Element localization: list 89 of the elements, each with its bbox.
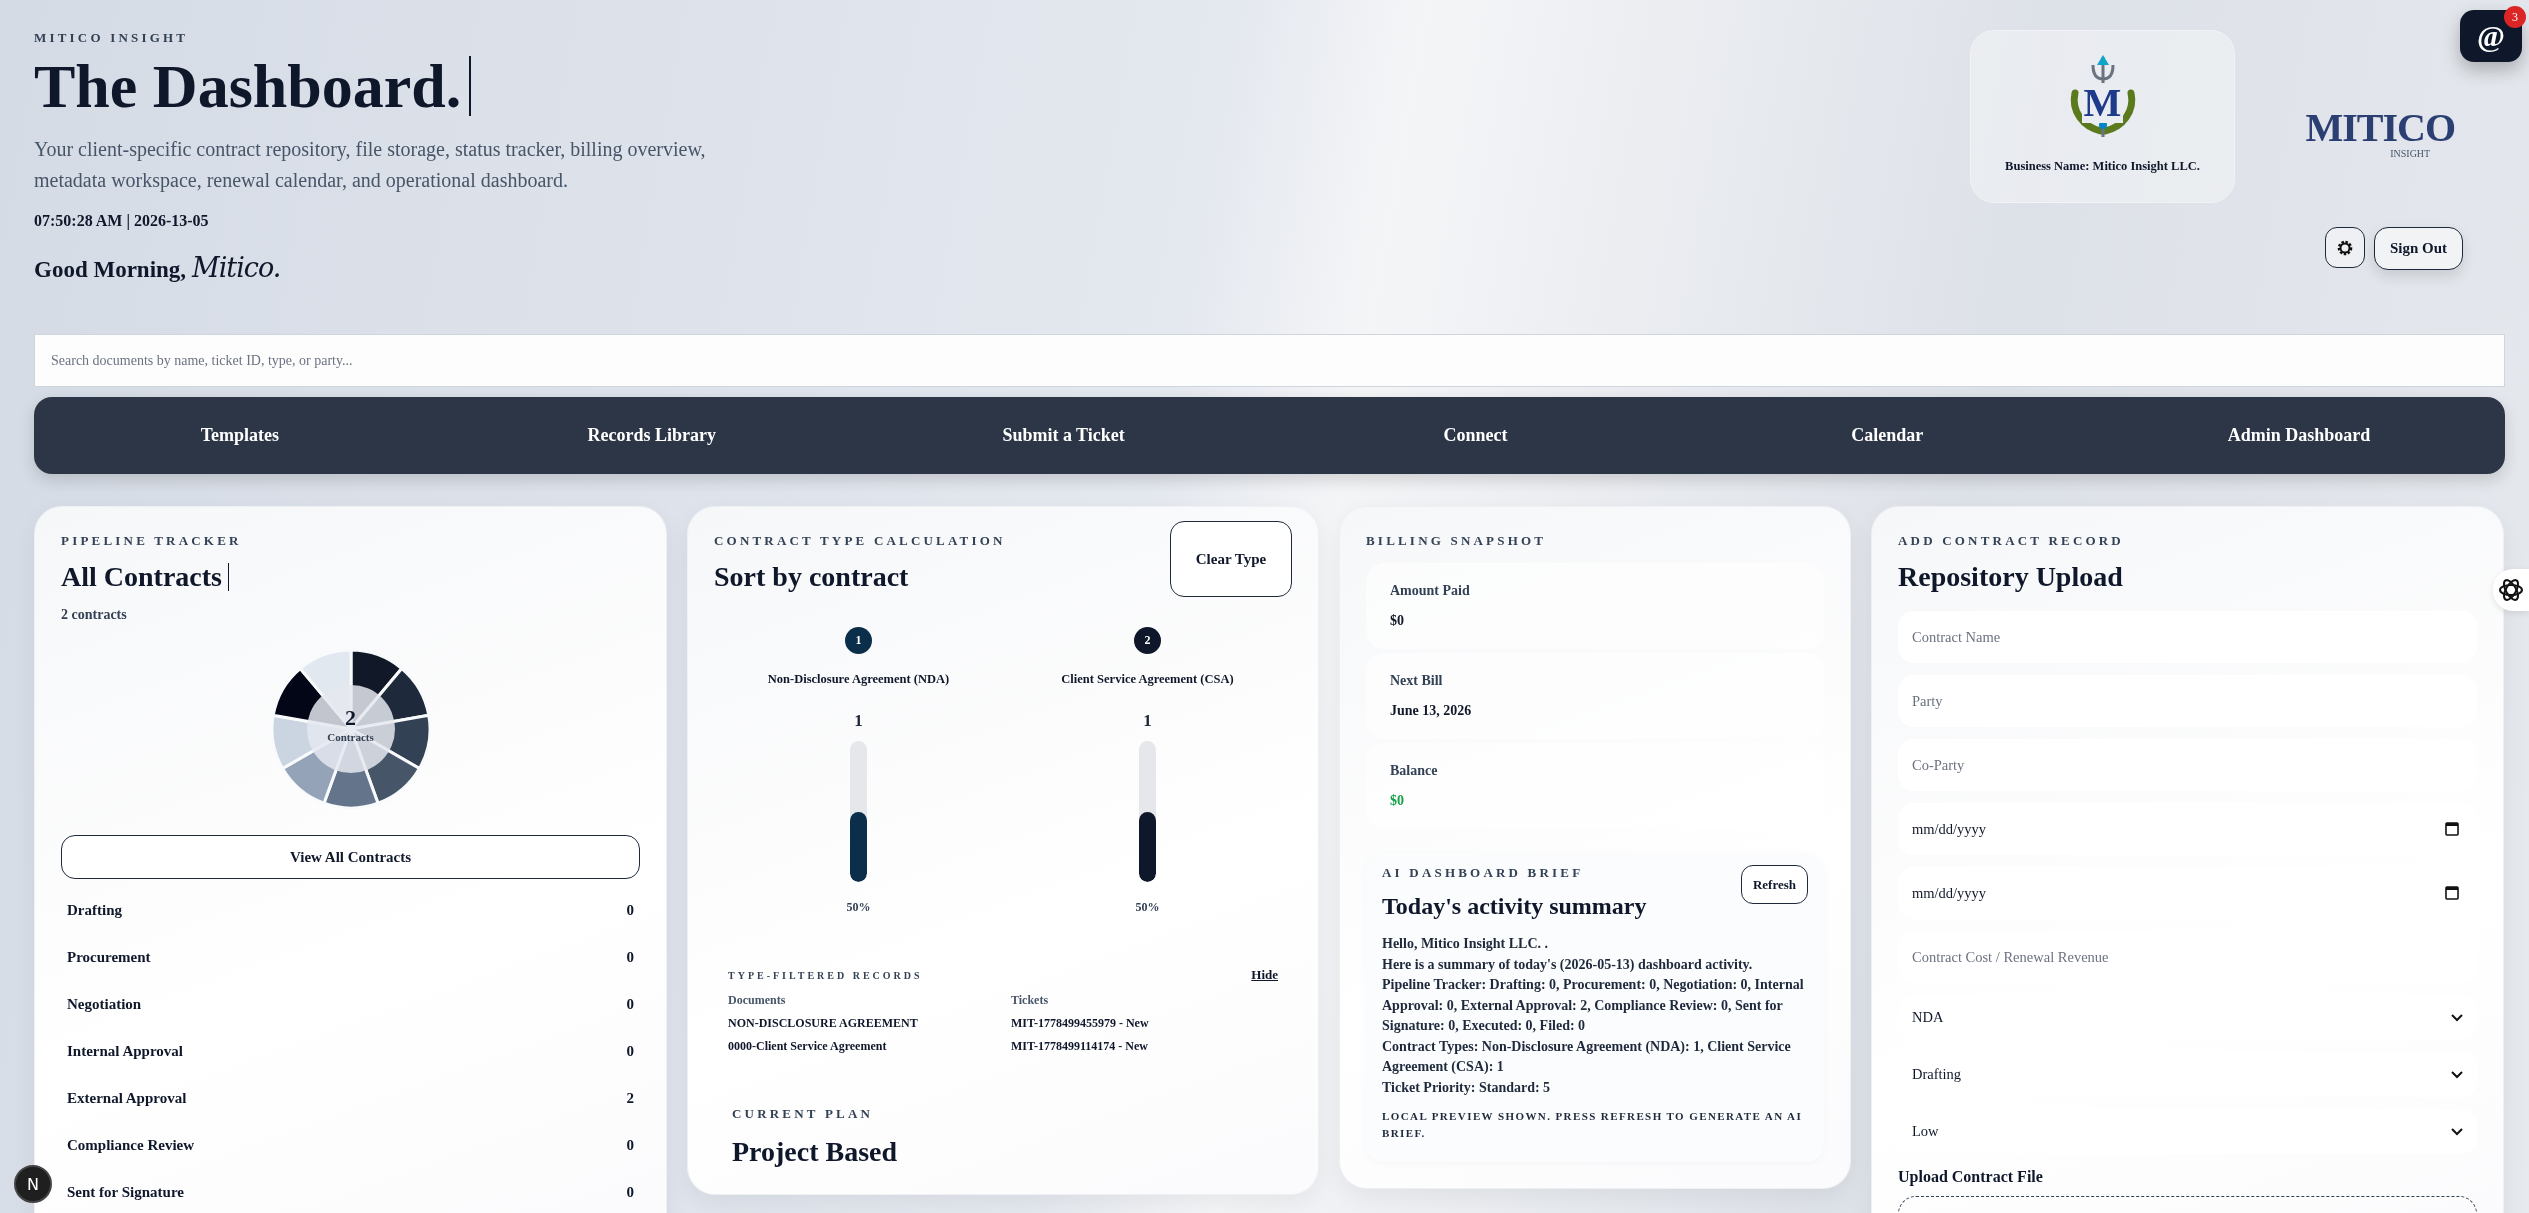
stage-label: Sent for Signature xyxy=(67,1184,184,1201)
settings-button[interactable] xyxy=(2324,227,2365,268)
logo-tagline: INSIGHT xyxy=(2390,148,2431,159)
column-header: Tickets xyxy=(1011,993,1050,1008)
knot-icon xyxy=(2498,577,2524,603)
type-label[interactable]: Non-Disclosure Agreement (NDA) xyxy=(767,672,950,687)
stage-count: 0 xyxy=(626,949,634,966)
type-count: 1 xyxy=(1143,711,1152,731)
brief-line: Ticket Priority: Standard: 5 xyxy=(1382,1078,1552,1097)
logo-wordmark: MITICO xyxy=(2305,108,2455,148)
brand-eyebrow: MITICO INSIGHT xyxy=(34,30,190,46)
section-eyebrow: CURRENT PLAN xyxy=(732,1106,875,1122)
emblem-letter: M xyxy=(2081,83,2124,123)
ring-label: Contracts xyxy=(327,731,374,743)
table-cell-text: 0000-Client Service Agreement xyxy=(728,1039,888,1054)
card-title: Repository Upload xyxy=(1898,561,2124,593)
type-percent: 50% xyxy=(1135,900,1160,915)
nav-link[interactable]: Connect xyxy=(1437,424,1514,447)
brief-note: LOCAL PREVIEW SHOWN. PRESS REFRESH TO GENERATE AN AI BRIEF. xyxy=(1382,1109,1804,1141)
greeting: Good Morning, xyxy=(34,257,187,284)
section-eyebrow: TYPE-FILTERED RECORDS xyxy=(728,969,923,981)
brief-line: Contract Types: Non-Disclosure Agreement (NDA): 1, Client Service Agreement (CSA): 1 xyxy=(1382,1037,1792,1076)
nav-link[interactable]: Templates xyxy=(194,424,286,447)
stage-label: External Approval xyxy=(67,1090,187,1107)
card-eyebrow: BILLING SNAPSHOT xyxy=(1366,533,1548,549)
stage-count: 0 xyxy=(626,1137,634,1154)
billing-value: $0 xyxy=(1390,613,1405,629)
stage-label: Negotiation xyxy=(67,996,142,1013)
type-percent: 50% xyxy=(846,900,871,915)
calendar-icon[interactable] xyxy=(2445,885,2459,900)
stage-label: Internal Approval xyxy=(67,1043,183,1060)
chevron-down-icon xyxy=(2451,1127,2463,1136)
chevron-down-icon xyxy=(2451,1070,2463,1079)
stage-label: Drafting xyxy=(67,902,122,919)
brief-line: Hello, Mitico Insight LLC. . xyxy=(1382,935,1550,953)
table-cell-text: MIT-1778499455979 - New xyxy=(1011,1016,1150,1031)
card-eyebrow: CONTRACT TYPE CALCULATION xyxy=(714,533,1006,549)
billing-label: Next Bill xyxy=(1390,673,1444,689)
sign-out-button[interactable]: Sign Out xyxy=(2373,227,2463,270)
chevron-down-icon xyxy=(2451,1013,2463,1022)
billing-value: June 13, 2026 xyxy=(1390,703,1473,719)
clear-type-button[interactable]: Clear Type xyxy=(1170,521,1292,597)
billing-value: $0 xyxy=(1390,793,1405,809)
brief-title: Today's activity summary xyxy=(1382,893,1647,920)
text-field[interactable]: Contract Name xyxy=(1898,611,2477,663)
stage-count: 0 xyxy=(626,1184,634,1201)
billing-label: Balance xyxy=(1390,763,1439,779)
ring-total: 2 xyxy=(345,705,356,731)
card-title: All Contracts xyxy=(61,561,222,593)
calendar-icon[interactable] xyxy=(2445,821,2459,836)
nav-link[interactable]: Submit a Ticket xyxy=(996,424,1131,447)
view-all-button[interactable]: View All Contracts xyxy=(61,835,640,879)
rank-badge: 1 xyxy=(845,627,872,654)
stage-count: 0 xyxy=(626,902,634,919)
stage-label: Compliance Review xyxy=(67,1137,195,1154)
stage-label: Procurement xyxy=(67,949,151,966)
table-cell-text: MIT-1778499114174 - New xyxy=(1011,1039,1149,1054)
nav-link[interactable]: Calendar xyxy=(1845,424,1930,447)
greeting-name: Mitico. xyxy=(192,252,281,284)
nav-link[interactable]: Admin Dashboard xyxy=(2221,424,2377,447)
hide-link[interactable]: Hide xyxy=(1251,967,1278,983)
table-cell-text: NON-DISCLOSURE AGREEMENT xyxy=(728,1016,919,1031)
card-eyebrow: ADD CONTRACT RECORD xyxy=(1898,533,2125,549)
type-label[interactable]: Client Service Agreement (CSA) xyxy=(1061,672,1234,687)
refresh-button[interactable]: Refresh xyxy=(1740,865,1808,904)
stage-count: 2 xyxy=(626,1090,634,1107)
card-title: Sort by contract xyxy=(714,561,910,593)
section-eyebrow: AI DASHBOARD BRIEF xyxy=(1382,865,1585,881)
dev-badge[interactable]: N xyxy=(14,1165,52,1203)
billing-label: Amount Paid xyxy=(1390,583,1471,599)
type-count: 1 xyxy=(854,711,863,731)
stage-count: 0 xyxy=(626,1043,634,1060)
brief-line: Here is a summary of today's (2026-05-13) dashboard activity. xyxy=(1382,955,1754,974)
contract-count: 2 contracts xyxy=(61,607,128,623)
notification-count: 3 xyxy=(2504,6,2526,28)
plan-title: Project Based xyxy=(732,1136,899,1168)
rank-badge: 2 xyxy=(1134,627,1161,654)
card-eyebrow: PIPELINE TRACKER xyxy=(61,533,243,549)
nav-link[interactable]: Records Library xyxy=(581,424,722,447)
brief-line: Pipeline Tracker: Drafting: 0, Procurement: 0, Negotiation: 0, Internal Approval: 0, External Approval: 2, Compliance Review: 0, Sent for Signature: 0, Executed: 0, Filed: 0 xyxy=(1382,976,1805,1035)
search-field[interactable]: Search documents by name, ticket ID, type, or party... xyxy=(34,334,2505,387)
column-header: Documents xyxy=(728,993,787,1008)
assistant-button[interactable] xyxy=(2493,569,2529,611)
stage-count: 0 xyxy=(626,996,634,1013)
timestamp: 07:50:28 AM | 2026-13-05 xyxy=(34,212,210,231)
business-name: Business Name: Mitico Insight LLC. xyxy=(2005,159,2200,174)
page-description: Your client-specific contract repository, file storage, status tracker, billing overview, metadata workspace, renewal calendar, and operational dashboard. xyxy=(34,137,707,194)
file-label: Upload Contract File xyxy=(1898,1168,2044,1186)
page-title: The Dashboard. xyxy=(34,52,462,121)
